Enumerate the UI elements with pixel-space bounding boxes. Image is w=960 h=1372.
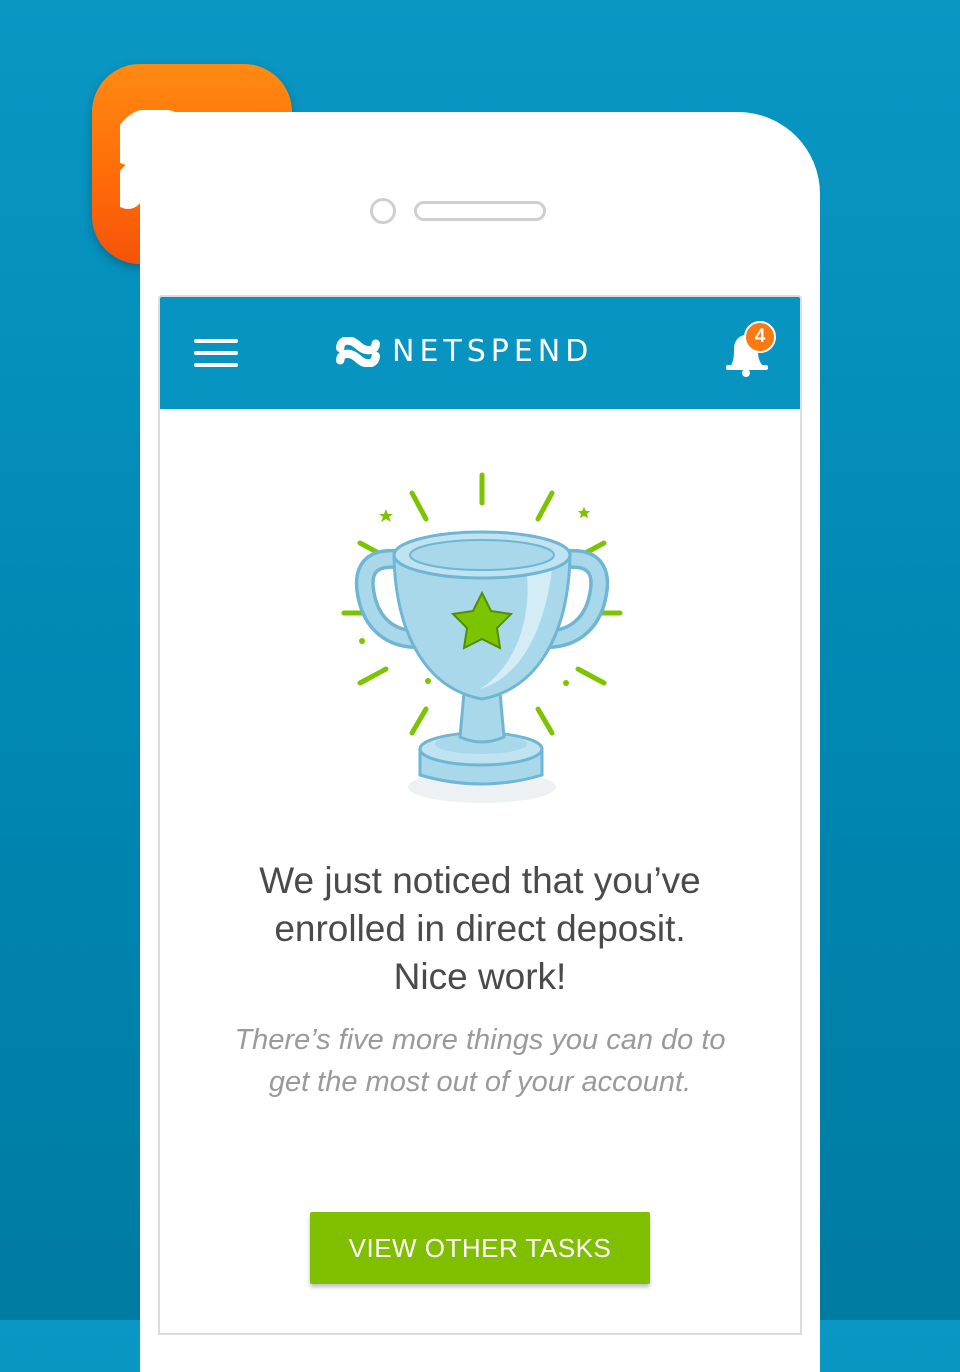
app-screen: NETSPEND 4 We just noticed that you’ve e…	[158, 295, 802, 1335]
subtext-line: There’s five more things you can do to	[234, 1024, 726, 1056]
headline-line: We just noticed that you’ve	[259, 860, 701, 901]
trophy-icon	[341, 472, 623, 803]
phone-camera	[370, 198, 396, 224]
subtext-line: get the most out of your account.	[268, 1066, 692, 1098]
hamburger-menu-icon[interactable]	[194, 339, 240, 369]
headline-line: Nice work!	[393, 956, 567, 997]
subtext: There’s five more things you can do to ge…	[190, 1019, 770, 1103]
netspend-logo-icon	[336, 337, 380, 367]
headline: We just noticed that you’ve enrolled in d…	[200, 857, 760, 1001]
notification-badge: 4	[744, 321, 776, 353]
phone-speaker	[414, 201, 546, 221]
app-header: NETSPEND 4	[160, 297, 800, 409]
headline-line: enrolled in direct deposit.	[274, 908, 686, 949]
view-other-tasks-button[interactable]: VIEW OTHER TASKS	[310, 1212, 650, 1284]
brand-logo[interactable]: NETSPEND	[336, 335, 593, 369]
brand-name: NETSPEND	[392, 334, 594, 369]
